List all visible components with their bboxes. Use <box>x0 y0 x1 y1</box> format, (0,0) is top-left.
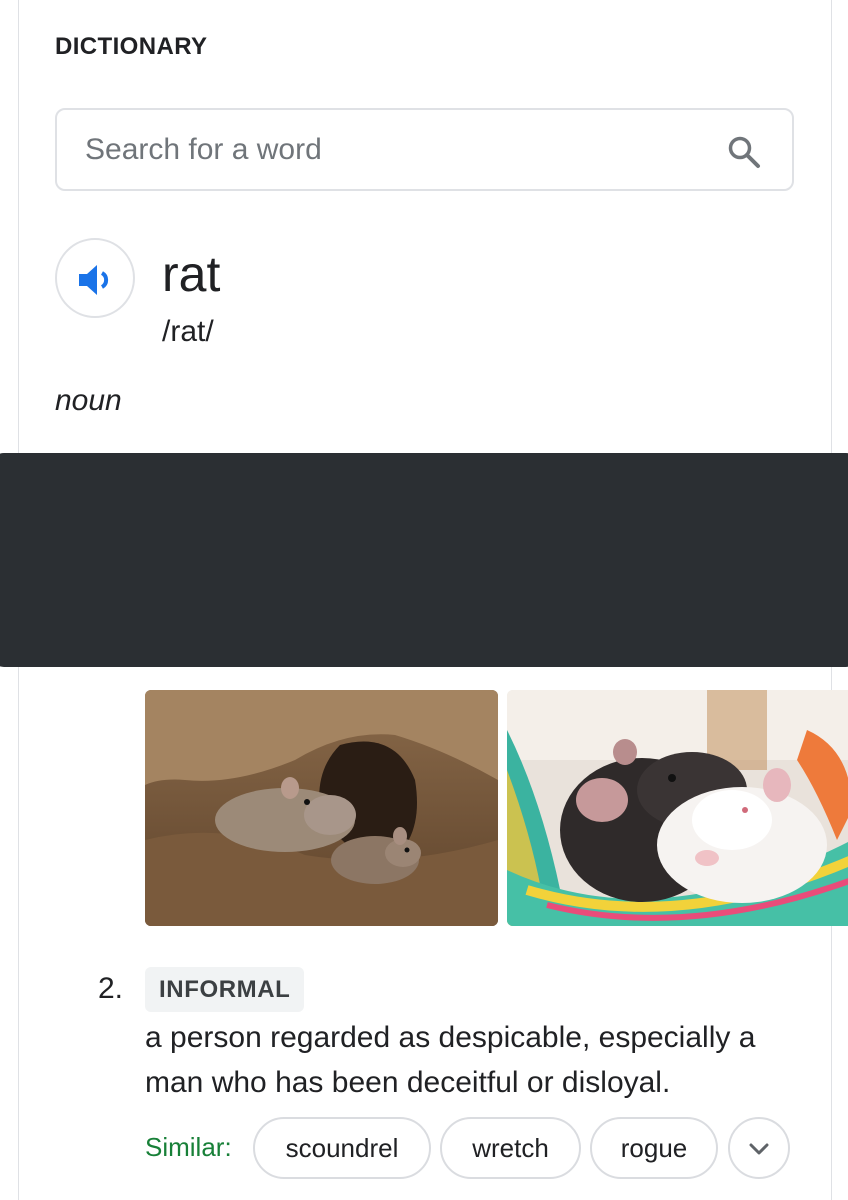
sense-number: 2. <box>98 972 124 1005</box>
definition-text: a person regarded as despicable, especia… <box>145 1021 756 1099</box>
pet-rats-in-hammock-image[interactable] <box>507 690 848 926</box>
entry-word: rat <box>162 246 221 302</box>
chevron-down-icon <box>749 1143 769 1155</box>
brown-rats-in-burrow-image[interactable] <box>145 690 498 926</box>
entry-phonetic: /rat/ <box>162 315 214 348</box>
search-box[interactable] <box>55 108 794 191</box>
redaction-overlay <box>0 453 848 667</box>
similar-chip-rogue[interactable]: rogue <box>590 1117 718 1179</box>
similar-label: Similar: <box>145 1132 232 1162</box>
expand-similar-button[interactable] <box>728 1117 790 1179</box>
part-of-speech: noun <box>55 384 122 417</box>
similar-chip-wretch[interactable]: wretch <box>440 1117 581 1179</box>
similar-chip-scoundrel[interactable]: scoundrel <box>253 1117 431 1179</box>
usage-label-badge: INFORMAL <box>145 967 305 1012</box>
search-icon[interactable] <box>726 134 762 170</box>
pronunciation-button[interactable] <box>55 238 135 318</box>
search-input[interactable] <box>85 110 685 189</box>
speaker-icon <box>79 265 109 295</box>
dictionary-heading: DICTIONARY <box>55 33 208 60</box>
